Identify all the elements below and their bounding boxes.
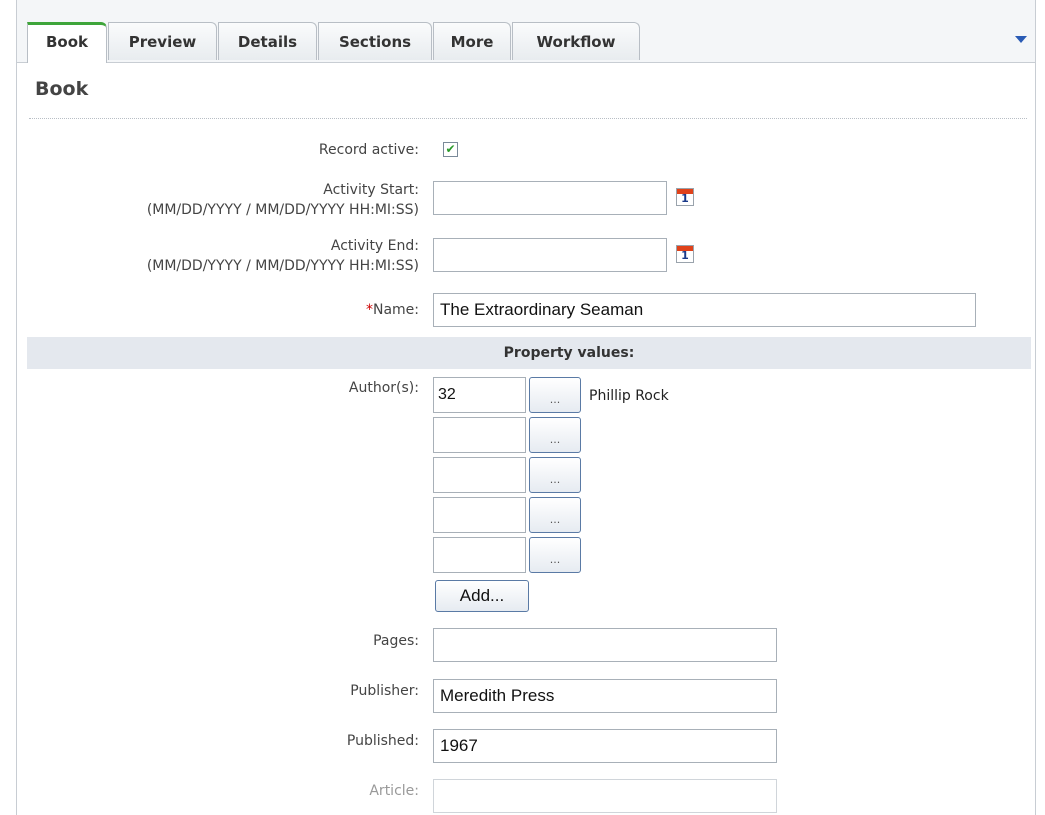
record-active-checkbox[interactable]: ✔ xyxy=(443,142,458,157)
author-lookup-button[interactable]: ... xyxy=(529,377,581,413)
calendar-icon-number: 1 xyxy=(681,192,689,205)
author-lookup-button[interactable]: ... xyxy=(529,537,581,573)
pages-label: Pages: xyxy=(373,633,419,649)
author-name: Phillip Rock xyxy=(589,388,669,404)
calendar-icon-number: 1 xyxy=(681,249,689,262)
property-values-section-header: Property values: xyxy=(27,337,1031,369)
calendar-icon[interactable]: 1 xyxy=(676,245,694,263)
author-id-input[interactable] xyxy=(433,457,526,493)
required-mark: * xyxy=(365,302,373,318)
published-label: Published: xyxy=(346,733,419,749)
check-icon: ✔ xyxy=(445,142,456,156)
activity-end-label-text: Activity End: xyxy=(330,238,419,254)
activity-end-input[interactable] xyxy=(433,238,667,272)
page-title: Book xyxy=(35,78,89,100)
tab-book[interactable]: Book xyxy=(27,22,107,63)
tab-sections[interactable]: Sections xyxy=(318,22,432,60)
tab-preview[interactable]: Preview xyxy=(108,22,217,60)
activity-start-label: Activity Start: (MM/DD/YYYY / MM/DD/YYYY… xyxy=(147,180,419,220)
author-lookup-button[interactable]: ... xyxy=(529,417,581,453)
author-lookup-button[interactable]: ... xyxy=(529,457,581,493)
author-id-input[interactable] xyxy=(433,377,526,413)
published-input[interactable] xyxy=(433,729,777,763)
pages-input[interactable] xyxy=(433,628,777,662)
author-id-input[interactable] xyxy=(433,497,526,533)
activity-start-format-hint: (MM/DD/YYYY / MM/DD/YYYY HH:MI:SS) xyxy=(146,202,419,218)
article-input[interactable] xyxy=(433,779,777,813)
chevron-down-icon[interactable] xyxy=(1015,36,1027,43)
article-label: Article: xyxy=(369,783,419,799)
section-title: Property values: xyxy=(503,345,635,361)
activity-start-input[interactable] xyxy=(433,181,667,215)
add-author-button[interactable]: Add... xyxy=(435,580,529,612)
author-id-input[interactable] xyxy=(433,537,526,573)
publisher-label: Publisher: xyxy=(350,683,419,699)
activity-end-label: Activity End: (MM/DD/YYYY / MM/DD/YYYY H… xyxy=(147,236,419,276)
calendar-icon[interactable]: 1 xyxy=(676,188,694,206)
activity-start-label-text: Activity Start: xyxy=(323,182,419,198)
tab-more[interactable]: More xyxy=(433,22,511,60)
publisher-input[interactable] xyxy=(433,679,777,713)
record-active-label: Record active: xyxy=(318,142,419,158)
tab-details[interactable]: Details xyxy=(218,22,317,60)
author-lookup-button[interactable]: ... xyxy=(529,497,581,533)
tab-bar: Book Preview Details Sections More Workf… xyxy=(17,0,1035,63)
tab-workflow[interactable]: Workflow xyxy=(512,22,640,60)
name-label: *Name: xyxy=(366,302,419,318)
authors-label: Author(s): xyxy=(348,380,419,396)
name-label-text: Name: xyxy=(372,302,419,318)
divider xyxy=(29,118,1027,119)
activity-end-format-hint: (MM/DD/YYYY / MM/DD/YYYY HH:MI:SS) xyxy=(146,258,419,274)
author-id-input[interactable] xyxy=(433,417,526,453)
book-editor-panel: Book Preview Details Sections More Workf… xyxy=(16,0,1036,815)
name-input[interactable] xyxy=(433,293,976,327)
